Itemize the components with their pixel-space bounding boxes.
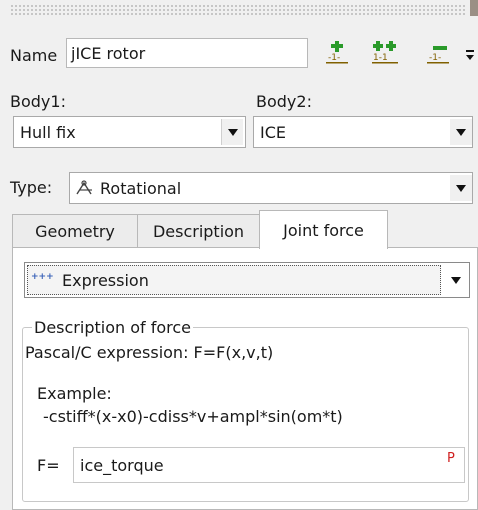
tab-joint-force-label: Joint force: [283, 220, 364, 240]
group-title: Description of force: [32, 318, 194, 337]
f-expression-input[interactable]: ice_torque P: [73, 447, 465, 483]
tab-description-label: Description: [152, 221, 245, 241]
formula-text: Pascal/C expression: F=F(x,v,t): [25, 343, 274, 362]
body2-value: ICE: [260, 123, 286, 142]
force-type-value: Expression: [62, 271, 149, 290]
body1-value: Hull fix: [20, 123, 76, 142]
pascal-badge-icon[interactable]: P: [447, 451, 455, 466]
body1-label: Body1:: [10, 92, 66, 111]
remove-button[interactable]: -1-: [424, 40, 452, 66]
chevron-down-icon: [227, 128, 238, 136]
add-multiple-button[interactable]: 1-1: [370, 40, 398, 66]
example-text: -cstiff*(x-x0)-cdiss*v+ampl*sin(om*t): [43, 407, 343, 426]
body2-dropdown-button[interactable]: [450, 119, 472, 145]
force-type-dropdown-button[interactable]: [445, 267, 467, 293]
rotational-icon: [76, 180, 92, 195]
tab-geometry-label: Geometry: [35, 221, 115, 241]
body2-label: Body2:: [256, 92, 312, 111]
tab-joint-force[interactable]: Joint force: [259, 210, 388, 249]
body1-select[interactable]: Hull fix: [13, 116, 246, 148]
body1-dropdown-button[interactable]: [221, 119, 243, 145]
example-label: Example:: [37, 384, 112, 403]
svg-text:-1-: -1-: [429, 53, 441, 63]
type-dropdown-button[interactable]: [450, 175, 472, 201]
drag-grip[interactable]: [10, 4, 465, 16]
f-label: F=: [37, 456, 60, 475]
chevron-down-icon: [456, 184, 466, 192]
svg-text:1-1: 1-1: [373, 53, 388, 63]
f-value: ice_torque: [80, 456, 164, 475]
add-multiple-icon: 1-1: [372, 41, 398, 64]
type-label: Type:: [10, 178, 53, 197]
type-select[interactable]: Rotational: [69, 172, 473, 204]
svg-text:-1-: -1-: [328, 53, 340, 63]
toolbar-overflow-button[interactable]: [465, 48, 475, 67]
body2-select[interactable]: ICE: [253, 116, 473, 148]
name-value: jICE rotor: [71, 44, 146, 63]
tab-geometry[interactable]: Geometry: [12, 214, 138, 248]
add-button[interactable]: -1-: [323, 40, 351, 66]
add-icon: -1-: [326, 41, 348, 64]
type-value: Rotational: [100, 179, 182, 198]
overflow-icon: [466, 50, 474, 60]
name-label: Name: [10, 46, 58, 65]
tab-description[interactable]: Description: [137, 214, 260, 248]
window-corner: [470, 0, 478, 16]
force-type-select[interactable]: +++ Expression: [24, 262, 470, 298]
chevron-down-icon: [451, 276, 461, 284]
remove-icon: -1-: [427, 46, 449, 64]
name-field[interactable]: jICE rotor: [66, 38, 308, 68]
expression-icon: +++: [31, 272, 54, 282]
chevron-down-icon: [456, 128, 466, 136]
